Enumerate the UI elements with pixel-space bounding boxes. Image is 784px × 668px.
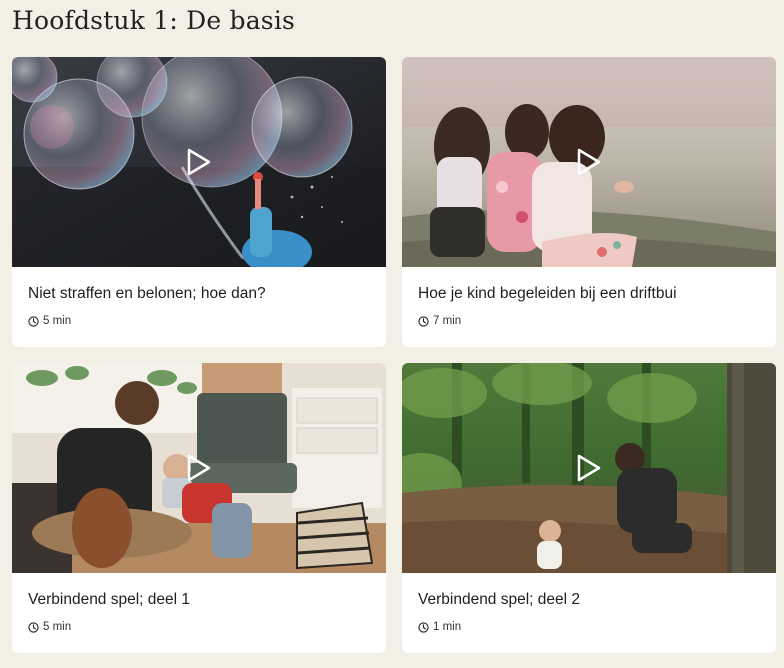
lesson-card-1[interactable]: Niet straffen en belonen; hoe dan? 5 min xyxy=(12,57,386,347)
duration-text: 7 min xyxy=(433,315,462,327)
lesson-thumbnail-4[interactable] xyxy=(402,363,776,573)
lesson-card-3[interactable]: Verbindend spel; deel 1 5 min xyxy=(12,363,386,653)
lesson-thumbnail-2[interactable] xyxy=(402,57,776,267)
clock-icon xyxy=(28,621,39,633)
lesson-title[interactable]: Hoe je kind begeleiden bij een driftbui xyxy=(418,285,677,303)
lesson-duration: 1 min xyxy=(418,621,461,633)
lesson-title[interactable]: Niet straffen en belonen; hoe dan? xyxy=(28,285,266,303)
lesson-duration: 7 min xyxy=(418,315,461,327)
lesson-card-4[interactable]: Verbindend spel; deel 2 1 min xyxy=(402,363,776,653)
duration-text: 5 min xyxy=(43,315,72,327)
play-icon[interactable] xyxy=(186,148,212,176)
play-icon[interactable] xyxy=(186,454,212,482)
duration-text: 1 min xyxy=(433,621,462,633)
lesson-thumbnail-3[interactable] xyxy=(12,363,386,573)
lesson-duration: 5 min xyxy=(28,621,71,633)
lesson-duration: 5 min xyxy=(28,315,71,327)
play-icon[interactable] xyxy=(576,148,602,176)
clock-icon xyxy=(28,315,39,327)
clock-icon xyxy=(418,315,429,327)
lesson-card-2[interactable]: Hoe je kind begeleiden bij een driftbui … xyxy=(402,57,776,347)
lesson-thumbnail-1[interactable] xyxy=(12,57,386,267)
clock-icon xyxy=(418,621,429,633)
lesson-title[interactable]: Verbindend spel; deel 2 xyxy=(418,591,580,609)
duration-text: 5 min xyxy=(43,621,72,633)
lesson-title[interactable]: Verbindend spel; deel 1 xyxy=(28,591,190,609)
play-icon[interactable] xyxy=(576,454,602,482)
chapter-title: Hoofdstuk 1: De basis xyxy=(12,6,296,35)
